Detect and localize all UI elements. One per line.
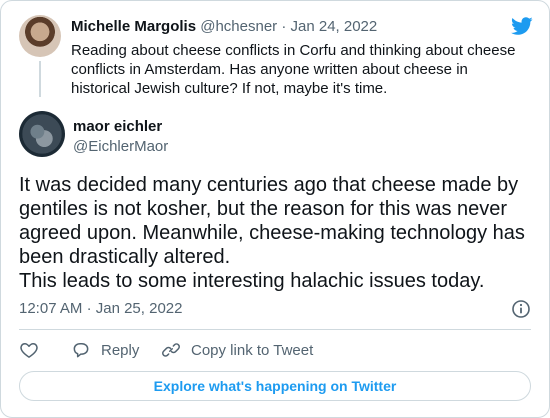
heart-icon	[20, 343, 38, 358]
timestamp-separator: ·	[86, 300, 92, 317]
quoted-date[interactable]: Jan 24, 2022	[291, 18, 378, 35]
quoted-tweet-text: Reading about cheese conflicts in Corfu …	[71, 42, 516, 97]
like-button[interactable]	[19, 339, 49, 361]
tweet-timestamp[interactable]: 12:07 AM · Jan 25, 2022	[19, 299, 182, 319]
quoted-author-name[interactable]: Michelle Margolis	[71, 18, 196, 35]
tweet-date[interactable]: Jan 25, 2022	[96, 300, 183, 317]
thread-line	[39, 61, 41, 97]
copy-link-button[interactable]: Copy link to Tweet	[161, 339, 313, 361]
author-handle[interactable]: @EichlerMaor	[73, 137, 168, 157]
explore-twitter-button[interactable]: Explore what's happening on Twitter	[19, 371, 531, 401]
quoted-separator: ·	[281, 18, 287, 35]
tweet-time[interactable]: 12:07 AM	[19, 300, 82, 317]
quoted-author-handle[interactable]: @hchesner	[200, 18, 277, 35]
copy-link-label: Copy link to Tweet	[191, 341, 314, 359]
author-name[interactable]: maor eichler	[73, 117, 162, 137]
quoted-tweet-header: Michelle Margolis @hchesner · Jan 24, 20…	[71, 17, 377, 37]
reply-button[interactable]: Reply	[71, 339, 139, 361]
twitter-bird-icon[interactable]	[509, 15, 535, 37]
quoted-author-avatar[interactable]	[19, 15, 61, 57]
reply-icon	[73, 343, 89, 358]
embedded-tweet-card: Michelle Margolis @hchesner · Jan 24, 20…	[0, 0, 550, 418]
author-avatar[interactable]	[19, 111, 65, 157]
reply-label: Reply	[101, 341, 140, 359]
info-icon[interactable]	[511, 299, 531, 319]
link-icon	[162, 343, 180, 357]
tweet-text: It was decided many centuries ago that c…	[19, 174, 525, 292]
divider	[19, 329, 531, 330]
